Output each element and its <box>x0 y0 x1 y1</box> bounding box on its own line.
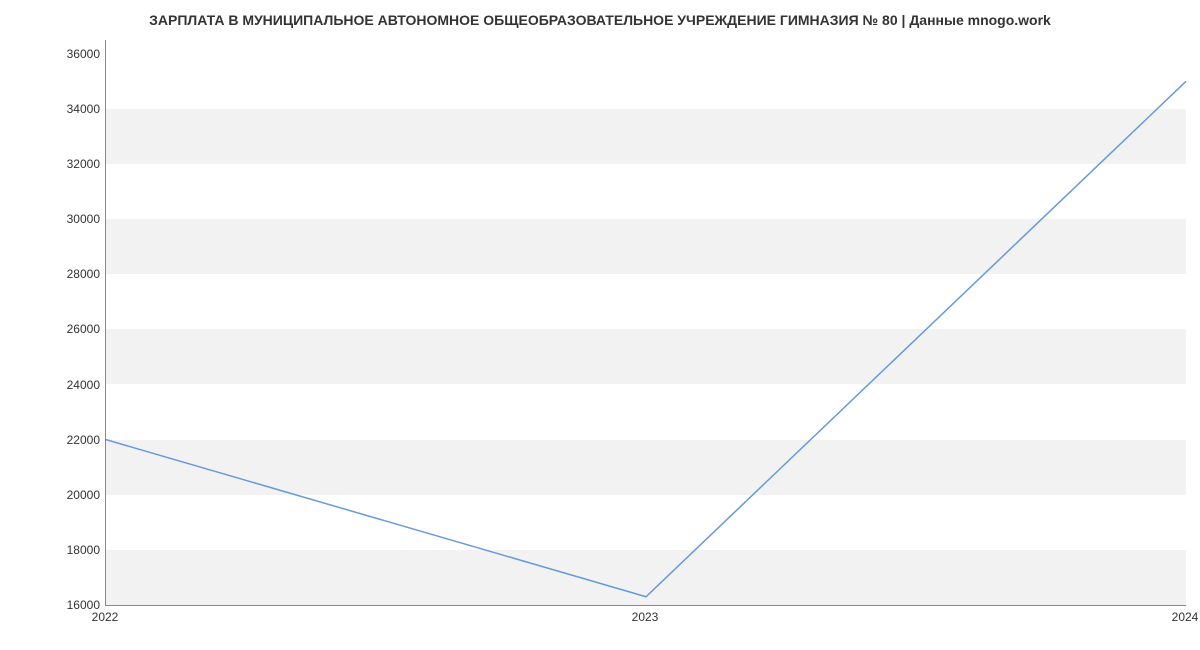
chart-container: ЗАРПЛАТА В МУНИЦИПАЛЬНОЕ АВТОНОМНОЕ ОБЩЕ… <box>0 0 1200 650</box>
y-tick-label: 32000 <box>40 157 100 171</box>
y-tick-label: 20000 <box>40 488 100 502</box>
y-tick-label: 24000 <box>40 378 100 392</box>
x-tick-label: 2023 <box>632 610 659 624</box>
y-tick-label: 30000 <box>40 212 100 226</box>
line-path <box>106 40 1186 605</box>
y-tick-label: 34000 <box>40 102 100 116</box>
y-tick-label: 18000 <box>40 543 100 557</box>
y-tick-label: 26000 <box>40 322 100 336</box>
x-tick-label: 2022 <box>92 610 119 624</box>
y-tick-label: 36000 <box>40 47 100 61</box>
plot-area <box>105 40 1186 606</box>
y-tick-label: 28000 <box>40 267 100 281</box>
y-tick-label: 22000 <box>40 433 100 447</box>
x-tick-label: 2024 <box>1172 610 1199 624</box>
chart-title: ЗАРПЛАТА В МУНИЦИПАЛЬНОЕ АВТОНОМНОЕ ОБЩЕ… <box>0 0 1200 36</box>
